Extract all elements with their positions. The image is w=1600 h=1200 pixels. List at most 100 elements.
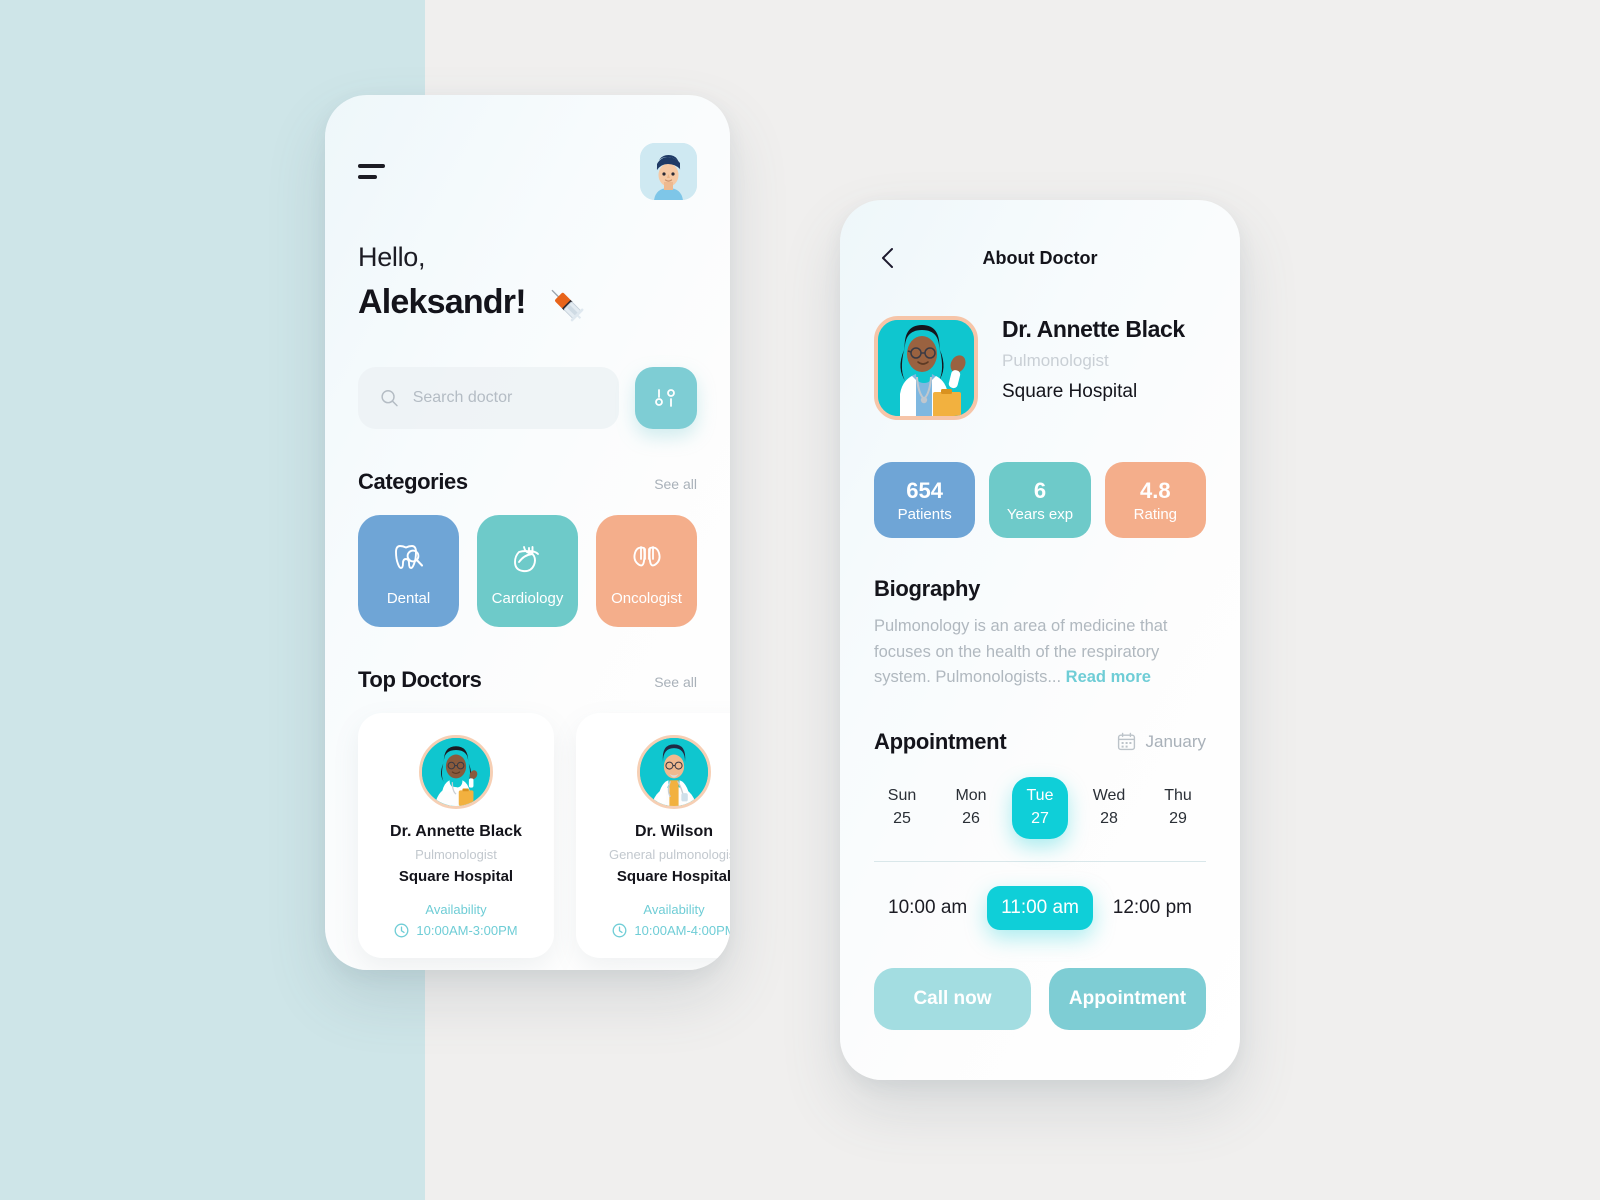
home-screen-phone: Hello, Aleksandr! Search doctor Categori… — [325, 95, 730, 970]
day-cell-sun[interactable]: Sun 25 — [874, 777, 930, 839]
male-doctor-avatar — [637, 735, 711, 809]
day-number: 28 — [1100, 810, 1118, 828]
time-divider — [874, 860, 1206, 862]
doctor-profile: Dr. Annette Black Pulmonologist Square H… — [874, 316, 1206, 420]
stat-value: 654 — [906, 477, 944, 503]
day-name: Thu — [1164, 787, 1192, 805]
doctor-card[interactable]: Dr. Wilson General pulmonologist Square … — [576, 713, 730, 958]
doctor-detail-phone: About Doctor Dr. Annette Black Pulmonolo… — [840, 200, 1240, 1080]
day-cell-mon[interactable]: Mon 26 — [943, 777, 999, 839]
stat-value: 6 — [1033, 477, 1047, 503]
female-doctor-photo — [874, 316, 978, 420]
stat-card-rating[interactable]: 4.8 Rating — [1104, 462, 1206, 538]
month-picker[interactable]: January — [1117, 732, 1206, 752]
day-name: Mon — [955, 787, 987, 805]
greeting-hello: Hello, — [358, 242, 426, 272]
search-box[interactable] — [358, 367, 619, 429]
search-input[interactable] — [412, 389, 597, 407]
top-doctors-see-all[interactable]: See all — [654, 674, 697, 690]
stat-label: Rating — [1133, 505, 1177, 523]
day-number: 26 — [962, 810, 980, 828]
clock-icon — [394, 923, 409, 938]
stat-label: Patients — [897, 505, 952, 523]
availability-row: 10:00AM-3:00PM — [368, 923, 544, 938]
category-card-oncologist[interactable]: Oncologist — [596, 515, 697, 627]
doctor-hospital: Square Hospital — [616, 868, 730, 885]
doctor-name: Dr. Annette Black — [1002, 316, 1185, 342]
top-doctors-section-header: Top Doctors See all — [358, 667, 697, 693]
home-topbar — [358, 95, 697, 200]
time-slot-1200pm[interactable]: 12:00 pm — [1099, 886, 1206, 930]
appointment-header: Appointment January — [874, 729, 1206, 755]
categories-title: Categories — [358, 469, 468, 494]
availability-label: Availability — [425, 902, 487, 917]
biography-title: Biography — [874, 576, 981, 601]
categories-list: Dental Cardiology Oncologist — [358, 515, 697, 627]
doctor-specialty: Pulmonologist — [415, 847, 497, 862]
call-now-button[interactable]: Call now — [874, 967, 1031, 1030]
doctor-stats: 654 Patients 6 Years exp 4.8 Rating — [874, 462, 1206, 538]
search-row — [358, 367, 697, 429]
doctor-name: Dr. Wilson — [634, 823, 714, 840]
category-label: Oncologist — [611, 590, 682, 607]
actions-row: Call now Appointment — [874, 967, 1206, 1030]
calendar-icon — [1117, 732, 1135, 751]
categories-see-all[interactable]: See all — [654, 476, 697, 492]
appointment-days: Sun 25 Mon 26 Tue 27 Wed 28 Thu 29 — [874, 776, 1206, 839]
biography-text: Pulmonology is an area of medicine that … — [874, 614, 1206, 691]
detail-topbar: About Doctor — [874, 200, 1206, 272]
time-slot-1000am[interactable]: 10:00 am — [874, 886, 981, 930]
clock-icon — [612, 923, 627, 938]
doctor-hospital: Square Hospital — [1002, 381, 1138, 402]
category-label: Dental — [386, 590, 431, 607]
stat-label: Years exp — [1006, 505, 1074, 523]
time-slot-1100am[interactable]: 11:00 am — [987, 885, 1093, 930]
availability-time: 10:00AM-3:00PM — [416, 923, 518, 938]
category-card-dental[interactable]: Dental — [358, 515, 459, 627]
heart-icon — [513, 546, 539, 573]
female-doctor-avatar — [419, 735, 493, 809]
day-number: 27 — [1031, 810, 1049, 828]
doctor-name: Dr. Annette Black — [390, 823, 522, 840]
filter-button[interactable] — [635, 367, 697, 429]
day-cell-tue[interactable]: Tue 27 — [1012, 776, 1068, 839]
doctor-profile-text: Dr. Annette Black Pulmonologist Square H… — [1002, 316, 1185, 403]
stat-card-patients[interactable]: 654 Patients — [874, 462, 976, 538]
stat-card-years-exp[interactable]: 6 Years exp — [989, 462, 1091, 538]
doctor-card[interactable]: Dr. Annette Black Pulmonologist Square H… — [358, 713, 554, 958]
month-label: January — [1145, 731, 1206, 751]
doctor-specialty: Pulmonologist — [1002, 351, 1109, 370]
kidneys-icon — [632, 546, 661, 567]
syringe-icon — [551, 289, 584, 322]
user-avatar[interactable] — [640, 143, 697, 200]
day-number: 25 — [893, 810, 911, 828]
availability-row: 10:00AM-4:00PM — [586, 923, 730, 938]
availability-time: 10:00AM-4:00PM — [634, 923, 730, 938]
day-name: Tue — [1026, 787, 1054, 805]
read-more-link[interactable]: Read more — [1066, 668, 1151, 686]
day-cell-thu[interactable]: Thu 29 — [1150, 777, 1206, 839]
doctor-hospital: Square Hospital — [398, 868, 514, 885]
appointment-button[interactable]: Appointment — [1049, 967, 1206, 1030]
day-number: 29 — [1169, 810, 1187, 828]
tooth-icon — [394, 545, 423, 569]
top-doctors-title: Top Doctors — [358, 667, 482, 692]
day-name: Wed — [1092, 787, 1126, 805]
availability-label: Availability — [643, 902, 705, 917]
back-button[interactable] — [874, 244, 902, 272]
filter-icon — [655, 389, 675, 407]
page-title: About Doctor — [982, 247, 1098, 268]
category-card-cardiology[interactable]: Cardiology — [477, 515, 578, 627]
appointment-times: 10:00 am 11:00 am 12:00 pm — [874, 885, 1206, 930]
search-icon — [381, 390, 398, 407]
chevron-left-icon — [882, 248, 893, 268]
greeting-block: Hello, Aleksandr! — [358, 242, 697, 325]
category-label: Cardiology — [491, 590, 564, 607]
day-name: Sun — [887, 787, 917, 805]
greeting-user-name: Aleksandr! — [358, 282, 527, 321]
top-doctors-list: Dr. Annette Black Pulmonologist Square H… — [358, 713, 730, 958]
appointment-title: Appointment — [874, 728, 1007, 754]
day-cell-wed[interactable]: Wed 28 — [1081, 777, 1137, 839]
categories-section-header: Categories See all — [358, 469, 697, 495]
hamburger-menu-icon[interactable] — [358, 161, 392, 183]
